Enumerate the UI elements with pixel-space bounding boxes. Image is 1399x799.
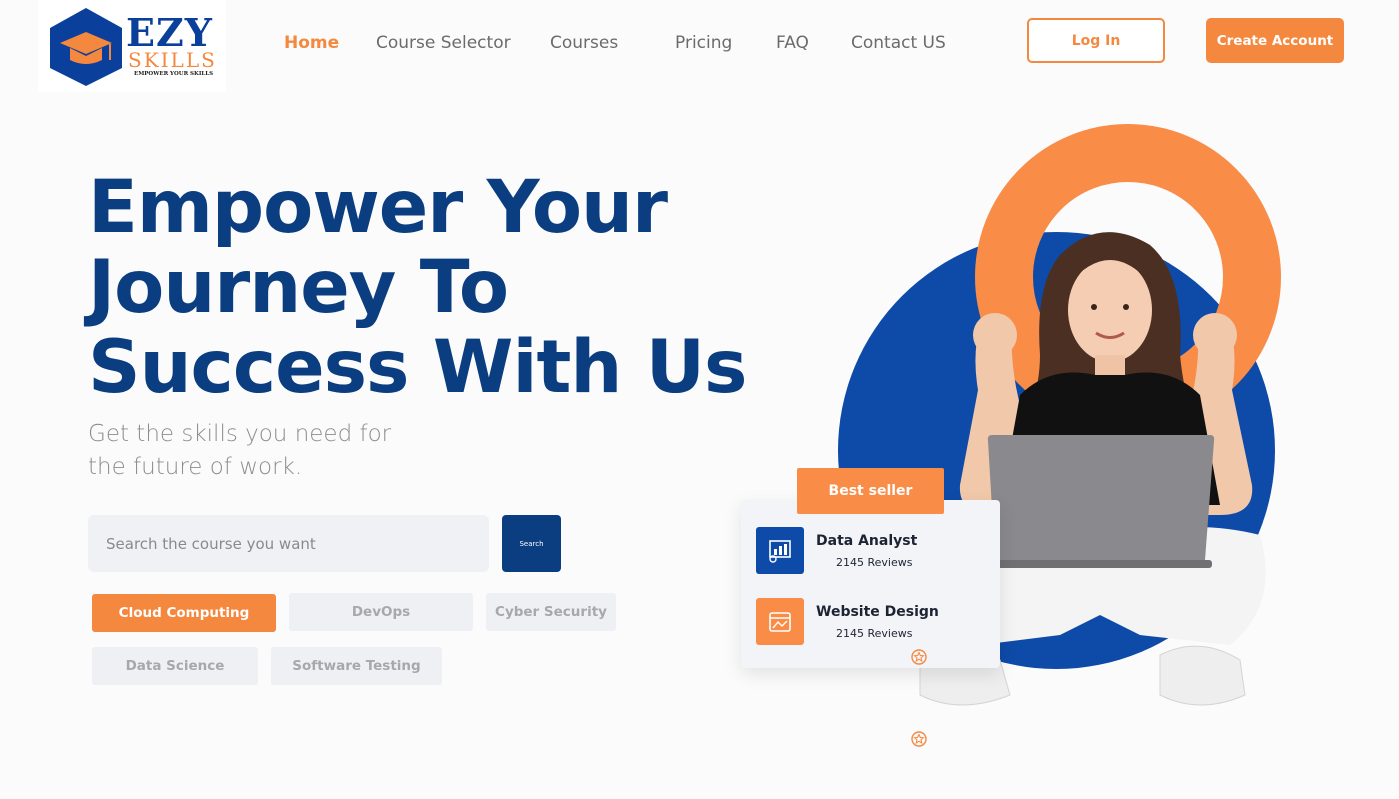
- nav-contact[interactable]: Contact US: [851, 33, 946, 53]
- category-cyber-security[interactable]: Cyber Security: [486, 593, 616, 631]
- bestseller-badge: Best seller: [797, 468, 944, 514]
- hero-subtitle: Get the skills you need for the future o…: [88, 418, 468, 484]
- course-reviews-website-design: 2145 Reviews: [836, 627, 913, 640]
- hero-title-line2: Journey To: [88, 245, 509, 330]
- course-title-website-design[interactable]: Website Design: [816, 604, 939, 620]
- category-devops[interactable]: DevOps: [289, 593, 473, 631]
- search-button[interactable]: Search: [502, 515, 561, 572]
- brand-tagline: EMPOWER YOUR SKILLS: [134, 71, 214, 77]
- hero-title: Empower Your Journey To Success With Us: [88, 168, 768, 408]
- nav-course-selector[interactable]: Course Selector: [376, 33, 511, 53]
- nav-faq[interactable]: FAQ: [776, 33, 809, 53]
- course-reviews-data-analyst: 2145 Reviews: [836, 556, 913, 569]
- search-input[interactable]: [88, 515, 489, 572]
- star-icon: [911, 731, 927, 747]
- graduation-cap-icon: [50, 8, 122, 86]
- category-software-testing[interactable]: Software Testing: [271, 647, 442, 685]
- web-design-icon: [756, 598, 804, 645]
- brand-name-secondary: SKILLS: [128, 48, 217, 72]
- bestseller-card: Data Analyst 2145 Reviews Website Design…: [741, 500, 1000, 668]
- chart-icon: [756, 527, 804, 574]
- create-account-button[interactable]: Create Account: [1206, 18, 1344, 63]
- category-data-science[interactable]: Data Science: [92, 647, 258, 685]
- hero-subtitle-line2: the future of work.: [88, 454, 303, 480]
- login-button[interactable]: Log In: [1027, 18, 1165, 63]
- hero-title-line3: Success With Us: [88, 325, 747, 410]
- star-icon: [911, 649, 927, 665]
- nav-home[interactable]: Home: [284, 33, 339, 53]
- nav-pricing[interactable]: Pricing: [675, 33, 732, 53]
- hero-subtitle-line1: Get the skills you need for: [88, 421, 392, 447]
- nav-courses[interactable]: Courses: [550, 33, 618, 53]
- course-title-data-analyst[interactable]: Data Analyst: [816, 533, 917, 549]
- brand-logo[interactable]: EZY SKILLS EMPOWER YOUR SKILLS: [38, 0, 226, 92]
- category-cloud-computing[interactable]: Cloud Computing: [92, 594, 276, 632]
- hero-title-line1: Empower Your: [88, 165, 668, 250]
